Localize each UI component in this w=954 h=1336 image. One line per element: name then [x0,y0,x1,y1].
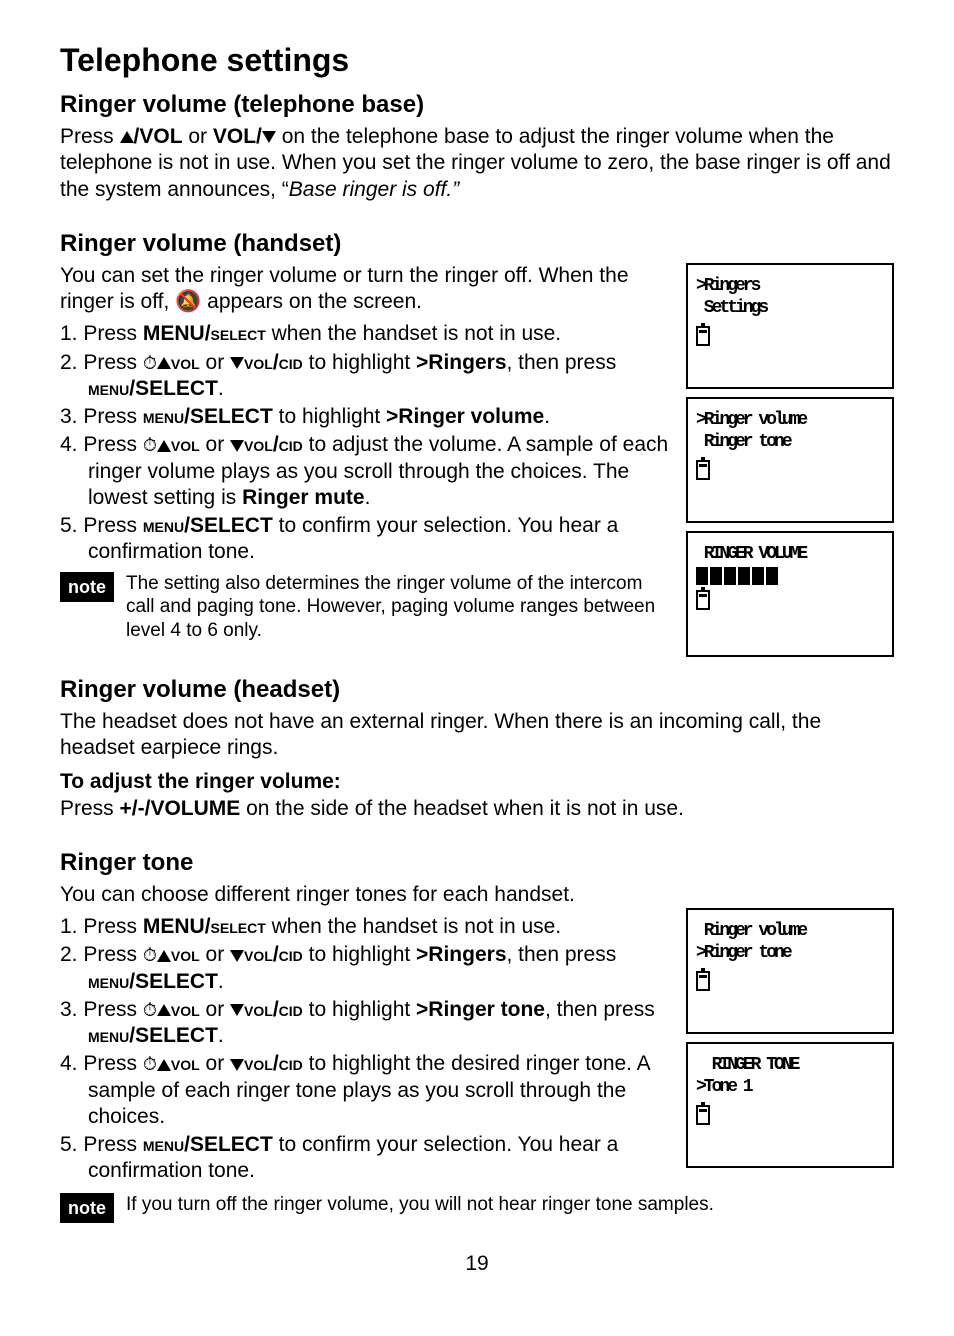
lcd-ringer-tone-select: RINGER TONE >Tone 1 [686,1042,894,1168]
clock-icon [143,1052,157,1075]
triangle-down-icon [230,440,244,452]
lcd-line: RINGER VOLUME [696,543,884,566]
clock-icon [143,351,157,374]
step-3: 3. Press vol or vol/cid to highlight >Ri… [60,997,672,1050]
bell-off-icon: 🔕 [175,290,201,313]
triangle-up-icon [157,1004,171,1016]
battery-icon [696,326,710,346]
italic-text: Base ringer is off.” [289,178,459,201]
triangle-up-icon [120,131,134,143]
lcd-line: >Ringer tone [696,942,884,965]
lcd-line: >Ringers [696,275,884,298]
text: or [183,125,213,148]
page-title: Telephone settings [60,40,894,80]
lcd-line: Settings [696,297,884,320]
text: on the side of the headset when it is no… [240,797,684,820]
lcd-ringer-volume-menu: >Ringer volume Ringer tone [686,397,894,523]
para-headset-2: Press +/-/VOLUME on the side of the head… [60,796,894,822]
handset-steps: 1. Press MENU/select when the handset is… [60,321,672,565]
battery-icon [696,971,710,991]
clock-icon [143,998,157,1021]
step-2: 2. Press vol or vol/cid to highlight >Ri… [60,350,672,403]
step-5: 5. Press menu/SELECT to confirm your sel… [60,513,672,566]
para-headset: The headset does not have an external ri… [60,709,894,762]
step-1: 1. Press MENU/select when the handset is… [60,914,672,940]
tone-steps: 1. Press MENU/select when the handset is… [60,914,672,1185]
step-2: 2. Press vol or vol/cid to highlight >Ri… [60,942,672,995]
triangle-up-icon [157,1059,171,1071]
lcd-line: Ringer volume [696,920,884,943]
clock-icon [143,433,157,456]
triangle-down-icon [262,131,276,143]
note-badge: note [60,1193,114,1224]
page-number: 19 [60,1251,894,1277]
lcd-ringers-settings: >Ringers Settings [686,263,894,389]
step-5: 5. Press menu/SELECT to confirm your sel… [60,1132,672,1185]
lcd-line: >Ringer volume [696,409,884,432]
note-text: If you turn off the ringer volume, you w… [126,1193,714,1217]
lcd-ringer-volume-bars: RINGER VOLUME [686,531,894,657]
triangle-down-icon [230,1059,244,1071]
triangle-up-icon [157,440,171,452]
para-handset-intro: You can set the ringer volume or turn th… [60,263,672,316]
lcd-line: RINGER TONE [696,1054,884,1077]
triangle-down-icon [230,357,244,369]
heading-base: Ringer volume (telephone base) [60,90,894,120]
para-tone-intro: You can choose different ringer tones fo… [60,882,672,908]
para-base: Press /VOL or VOL/ on the telephone base… [60,124,894,203]
note-tone: note If you turn off the ringer volume, … [60,1193,894,1224]
step-1: 1. Press MENU/select when the handset is… [60,321,672,347]
heading-handset: Ringer volume (handset) [60,229,672,259]
note-text: The setting also determines the ringer v… [126,572,672,643]
lcd-line: Ringer tone [696,431,884,454]
triangle-up-icon [157,357,171,369]
vol-up-label: /VOL [134,125,183,148]
lcd-line: >Tone 1 [696,1076,884,1099]
step-3: 3. Press menu/SELECT to highlight >Ringe… [60,404,672,430]
note-handset: note The setting also determines the rin… [60,572,672,643]
subhead-adjust: To adjust the ringer volume: [60,769,894,795]
lcd-ringer-tone-menu: Ringer volume >Ringer tone [686,908,894,1034]
battery-icon [696,460,710,480]
vol-down-label: VOL/ [213,125,262,148]
text: +/-/VOLUME [120,797,241,820]
clock-icon [143,943,157,966]
battery-icon [696,1105,710,1125]
step-4: 4. Press vol or vol/cid to adjust the vo… [60,432,672,511]
triangle-up-icon [157,950,171,962]
note-badge: note [60,572,114,603]
heading-headset: Ringer volume (headset) [60,675,894,705]
triangle-down-icon [230,1004,244,1016]
step-4: 4. Press vol or vol/cid to highlight the… [60,1051,672,1130]
text: Press [60,125,120,148]
text: Press [60,797,120,820]
text: appears on the screen. [201,290,422,313]
heading-tone: Ringer tone [60,848,672,878]
volume-bars [696,567,884,585]
triangle-down-icon [230,950,244,962]
battery-icon [696,590,710,610]
